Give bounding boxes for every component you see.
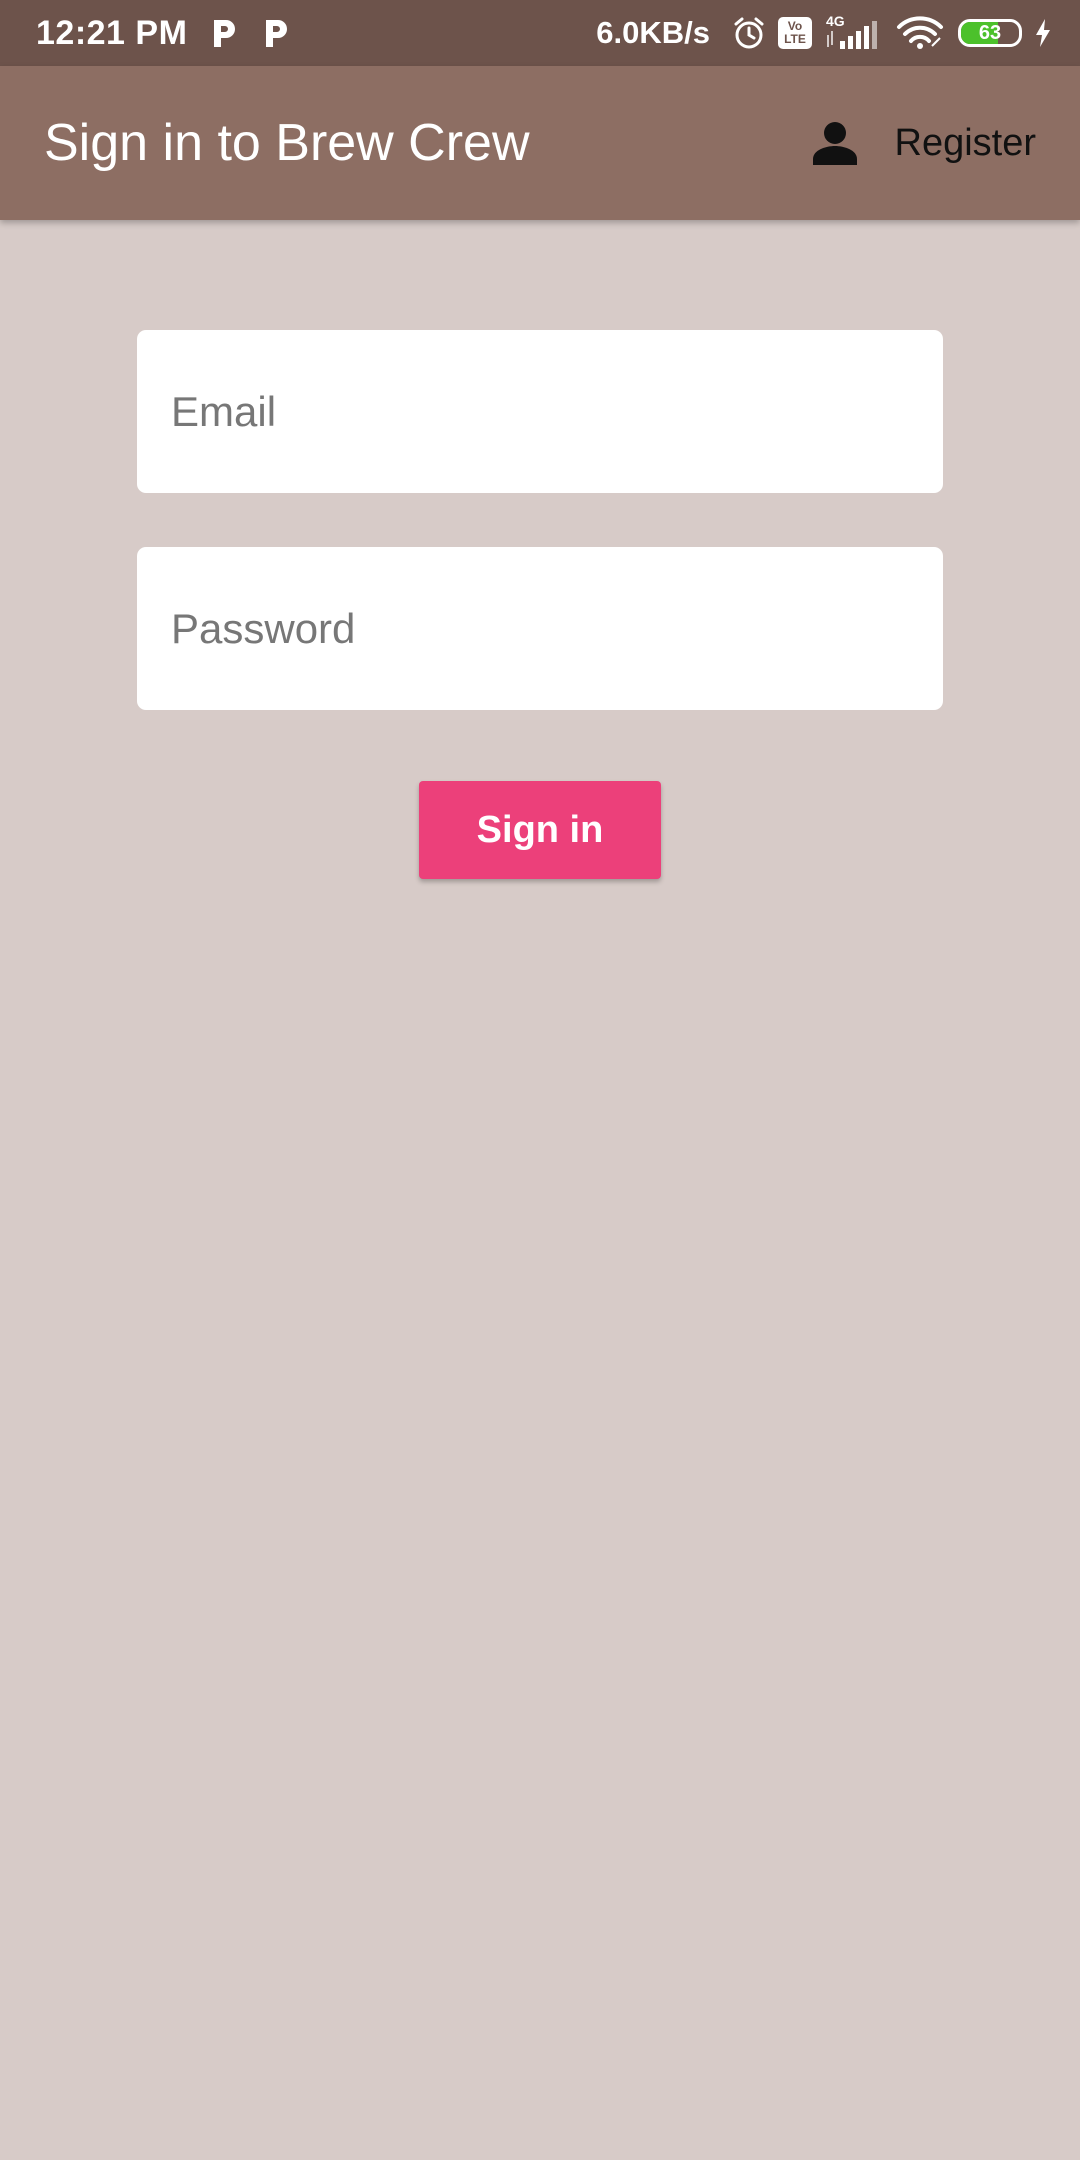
p-notification-icon bbox=[214, 20, 236, 47]
battery-level: 63 bbox=[978, 22, 1002, 44]
charging-icon bbox=[1036, 19, 1050, 47]
email-field bbox=[137, 330, 943, 493]
password-field bbox=[137, 547, 943, 710]
status-time: 12:21 PM bbox=[36, 13, 188, 52]
signal-indicator: 4G bbox=[824, 13, 884, 51]
person-icon bbox=[812, 122, 857, 165]
alarm-icon bbox=[734, 17, 764, 49]
status-right: 6.0KB/s Vo LTE 4G 63 bbox=[596, 0, 1052, 66]
net-speed: 6.0KB/s bbox=[596, 15, 710, 50]
email-input[interactable] bbox=[137, 330, 943, 493]
register-button[interactable]: Register bbox=[811, 66, 1037, 220]
page-title: Sign in to Brew Crew bbox=[44, 114, 530, 172]
app-bar: Sign in to Brew Crew Register bbox=[0, 66, 1080, 220]
signal-icon bbox=[827, 21, 877, 49]
wifi-icon bbox=[897, 16, 943, 49]
p-notification-icon bbox=[266, 20, 288, 47]
register-label: Register bbox=[894, 121, 1037, 164]
status-bar: 12:21 PM 6.0KB/s Vo LTE 4G 63 bbox=[0, 0, 1080, 66]
battery-icon: 63 bbox=[958, 19, 1022, 47]
sign-in-button[interactable]: Sign in bbox=[419, 781, 661, 879]
volte-bottom: LTE bbox=[784, 32, 806, 46]
status-left: 12:21 PM bbox=[36, 0, 291, 66]
volte-icon: Vo LTE bbox=[778, 17, 812, 49]
password-input[interactable] bbox=[137, 547, 943, 710]
